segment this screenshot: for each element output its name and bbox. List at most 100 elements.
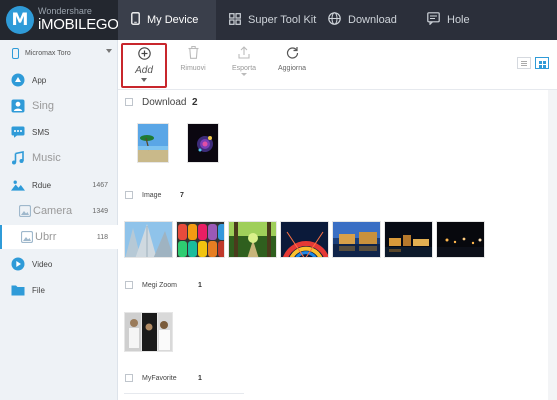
sidebar-item-file[interactable]: File — [0, 278, 118, 302]
album-count: 2 — [192, 96, 198, 108]
photo-thumbnail[interactable] — [176, 221, 225, 258]
album-header-my-favorite: MyFavorite 1 — [118, 373, 557, 383]
album-name: Megi Zoom — [142, 281, 178, 289]
sidebar-item-photos[interactable]: Rdue 1467 — [0, 173, 118, 197]
photo-thumbnail[interactable] — [384, 221, 433, 258]
item-count: 1467 — [92, 181, 108, 189]
brand-name: iMOBILEGO› — [38, 16, 124, 33]
list-icon — [521, 61, 527, 62]
sidebar-item-camera[interactable]: Camera 1349 — [0, 199, 118, 223]
sidebar-item-label: Video — [32, 259, 53, 269]
album-checkbox[interactable] — [125, 191, 133, 199]
music-icon — [11, 151, 25, 165]
chevron-down-icon — [106, 49, 112, 53]
person-icon — [11, 99, 25, 113]
sidebar-item-library[interactable]: Ubrr 118 — [0, 225, 118, 249]
tab-label: My Device — [147, 14, 199, 26]
photo-thumbnail[interactable] — [124, 221, 173, 258]
chat-icon — [427, 12, 440, 28]
album-checkbox[interactable] — [125, 374, 133, 382]
sidebar-item-label: Ubrr — [35, 231, 57, 243]
photo-thumbnail[interactable] — [436, 221, 485, 258]
album-checkbox[interactable] — [125, 98, 133, 106]
scrollbar[interactable] — [548, 90, 557, 400]
trash-icon — [170, 46, 216, 62]
toolbar: Add Rimuovi Esporta Aggiorna — [118, 40, 557, 90]
photo-thumbnail[interactable] — [332, 221, 381, 258]
sidebar-item-label: Rdue — [32, 180, 52, 190]
sidebar-item-label: File — [32, 285, 45, 295]
add-label: Add — [135, 65, 153, 76]
list-view-button[interactable] — [517, 57, 531, 69]
phone-icon — [131, 12, 140, 28]
export-button[interactable]: Esporta — [221, 44, 267, 84]
grid-icon — [229, 12, 241, 28]
sidebar-item-label: SMS — [32, 127, 50, 137]
device-name: Micromax Toro — [25, 49, 71, 57]
photo-icon — [11, 178, 25, 192]
album-header-megi-zoom: Megi Zoom 1 — [118, 280, 557, 290]
sidebar-item-sms[interactable]: SMS — [0, 120, 118, 144]
refresh-label: Aggiorna — [277, 65, 307, 72]
album-count: 7 — [180, 191, 184, 199]
apps-icon — [11, 73, 25, 87]
album-divider — [124, 393, 244, 394]
grid-dots-icon — [539, 61, 542, 64]
refresh-button[interactable]: Aggiorna — [269, 44, 315, 84]
photo-thumbnail[interactable] — [280, 221, 329, 258]
album-name: MyFavorite — [142, 374, 177, 382]
tab-download[interactable]: Download — [328, 0, 408, 40]
refresh-icon — [269, 46, 315, 62]
item-count: 118 — [96, 233, 108, 241]
sidebar-item-label: Music — [32, 152, 61, 164]
tab-my-device[interactable]: My Device — [118, 0, 216, 40]
tab-hole[interactable]: Hole — [427, 0, 487, 40]
tab-super-tool-kit[interactable]: Super Tool Kit — [229, 0, 319, 40]
photo-thumbnail[interactable] — [187, 123, 219, 163]
album-name: Image — [142, 191, 162, 199]
sms-icon — [11, 125, 25, 139]
album-header-image: Image 7 — [118, 190, 557, 200]
sidebar-item-video[interactable]: Video — [0, 252, 118, 276]
plus-circle-icon — [123, 47, 165, 62]
photo-content: Download 2 Image 7 Megi Zoom 1 MyFavorit… — [118, 90, 557, 400]
sidebar-item-label: Sing — [32, 100, 55, 112]
album-header-download: Download 2 — [118, 96, 557, 108]
globe-icon — [328, 12, 341, 28]
chevron-down-icon — [141, 78, 147, 82]
export-icon — [221, 46, 267, 62]
tab-label: Download — [348, 14, 397, 26]
sidebar-item-label: Camera — [33, 205, 73, 217]
logo-m-icon: M — [6, 6, 34, 34]
camera-icon — [18, 204, 32, 218]
tab-label: Super Tool Kit — [248, 14, 317, 26]
album-count: 1 — [198, 374, 202, 382]
photo-thumbnail[interactable] — [124, 312, 173, 352]
sidebar-item-label: App — [32, 75, 47, 85]
album-name: Download — [142, 96, 187, 108]
add-button[interactable]: Add — [121, 43, 167, 88]
tab-label: Hole — [447, 14, 470, 26]
video-icon — [11, 257, 25, 271]
photo-thumbnail[interactable] — [228, 221, 277, 258]
sidebar-item-music[interactable]: Music — [0, 146, 118, 170]
app-logo: M Wondershare iMOBILEGO› — [0, 0, 124, 40]
device-phone-icon — [12, 47, 19, 59]
export-caret-icon — [241, 73, 247, 76]
grid-view-button[interactable] — [535, 57, 549, 69]
top-bar: M Wondershare iMOBILEGO› My Device Super… — [0, 0, 557, 40]
photo-thumbnail[interactable] — [137, 123, 169, 163]
sidebar-item-sing[interactable]: Sing — [0, 94, 118, 118]
export-label: Esporta — [231, 65, 257, 72]
remove-label: Rimuovi — [180, 65, 206, 72]
sidebar-item-app[interactable]: App — [0, 68, 118, 92]
item-count: 1349 — [92, 207, 108, 215]
device-selector[interactable]: Micromax Toro — [0, 40, 118, 66]
sidebar: Micromax Toro App Sing SMS Music Rdue 14… — [0, 40, 118, 400]
album-count: 1 — [198, 281, 202, 289]
remove-button[interactable]: Rimuovi — [170, 44, 216, 84]
brand-small: Wondershare — [38, 6, 92, 16]
album-checkbox[interactable] — [125, 281, 133, 289]
folder-icon — [11, 283, 25, 297]
library-icon — [20, 230, 34, 244]
